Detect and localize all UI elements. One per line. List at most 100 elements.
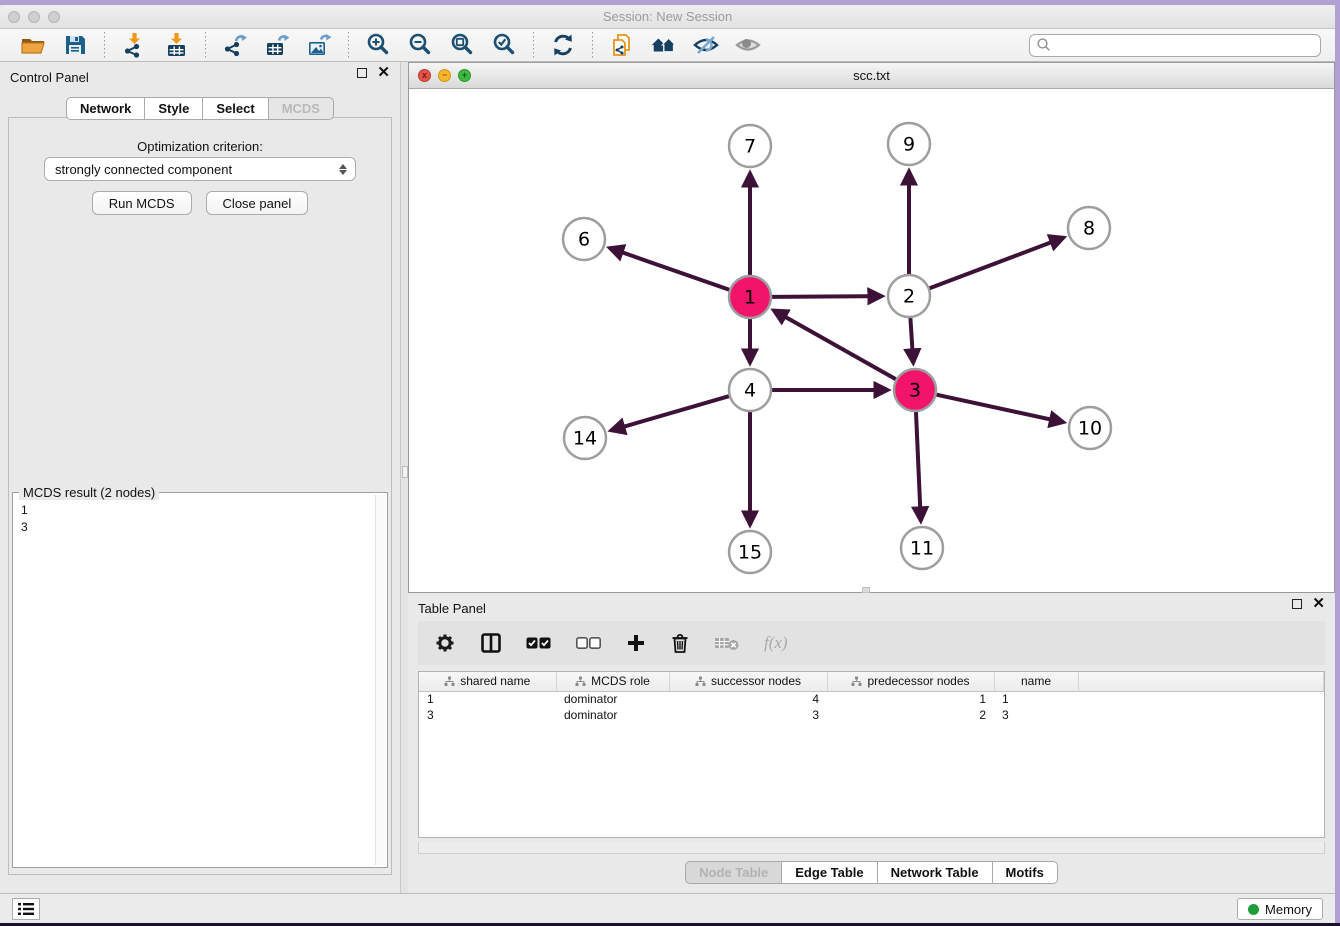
sort-icon xyxy=(695,676,706,687)
zoom-selected-icon[interactable] xyxy=(490,31,518,59)
list-icon xyxy=(17,902,35,916)
table-toolbar: f(x) xyxy=(418,621,1325,665)
graph-edge-1-2[interactable] xyxy=(772,296,882,297)
mcds-result-text[interactable]: 1 3 xyxy=(13,496,375,867)
cell-filler[interactable] xyxy=(1078,691,1324,707)
panel-splitter[interactable] xyxy=(400,62,408,893)
control-panel: Control Panel ✕ Network Style Select MCD… xyxy=(0,62,400,893)
import-network-icon[interactable] xyxy=(120,31,148,59)
tab-select[interactable]: Select xyxy=(203,97,268,120)
graph-node-label-10: 10 xyxy=(1078,418,1102,440)
close-panel-button[interactable]: Close panel xyxy=(206,191,309,215)
control-panel-header: Control Panel ✕ xyxy=(0,62,400,90)
cell-successor_nodes[interactable]: 3 xyxy=(669,707,827,723)
column-header-successor_nodes[interactable]: successor nodes xyxy=(669,672,827,691)
window-titlebar[interactable]: Session: New Session xyxy=(0,5,1335,29)
tab-network-table[interactable]: Network Table xyxy=(878,861,993,884)
magnifier-plus-icon xyxy=(365,32,391,58)
graph-node-label-8: 8 xyxy=(1083,218,1095,240)
tab-motifs[interactable]: Motifs xyxy=(993,861,1058,884)
refresh-view-icon[interactable] xyxy=(549,31,577,59)
cell-predecessor_nodes[interactable]: 2 xyxy=(827,707,994,723)
export-image-icon[interactable] xyxy=(305,31,333,59)
network-canvas[interactable]: 7968124314101511 xyxy=(409,89,1334,592)
cell-successor_nodes[interactable]: 4 xyxy=(669,691,827,707)
table-panel-title: Table Panel xyxy=(418,601,486,616)
task-history-button[interactable] xyxy=(12,898,40,920)
graph-node-label-7: 7 xyxy=(744,136,756,158)
zoom-in-icon[interactable] xyxy=(364,31,392,59)
memory-button[interactable]: Memory xyxy=(1237,898,1323,920)
tab-mcds[interactable]: MCDS xyxy=(269,97,334,120)
arrow-down-network-icon xyxy=(121,32,147,58)
float-table-panel-icon[interactable] xyxy=(1292,599,1302,609)
tab-node-table[interactable]: Node Table xyxy=(685,861,782,884)
cell-mcds_role[interactable]: dominator xyxy=(556,707,669,723)
graph-node-label-9: 9 xyxy=(903,134,915,156)
open-session-icon[interactable] xyxy=(19,31,47,59)
deselect-all-icon[interactable] xyxy=(576,636,602,650)
zoom-out-icon[interactable] xyxy=(406,31,434,59)
search-icon xyxy=(1036,37,1052,53)
cell-mcds_role[interactable]: dominator xyxy=(556,691,669,707)
copy-document-icon xyxy=(609,32,635,58)
table-hscroll-strip[interactable] xyxy=(418,842,1325,854)
table-header-row[interactable]: shared nameMCDS rolesuccessor nodesprede… xyxy=(419,672,1324,691)
close-panel-icon[interactable]: ✕ xyxy=(377,68,390,78)
network-arrow-up-icon xyxy=(222,32,248,58)
export-table-icon[interactable] xyxy=(263,31,291,59)
graph-edge-3-11[interactable] xyxy=(916,412,921,521)
home-view-icon[interactable] xyxy=(650,31,678,59)
column-header-mcds_role[interactable]: MCDS role xyxy=(556,672,669,691)
graph-edge-2-8[interactable] xyxy=(930,238,1064,289)
graph-edge-1-6[interactable] xyxy=(609,248,729,290)
column-view-icon[interactable] xyxy=(480,632,502,654)
save-session-icon[interactable] xyxy=(61,31,89,59)
memory-status-dot xyxy=(1248,904,1259,915)
column-header-name[interactable]: name xyxy=(994,672,1078,691)
zoom-fit-icon[interactable] xyxy=(448,31,476,59)
show-all-icon[interactable] xyxy=(734,31,762,59)
cell-filler[interactable] xyxy=(1078,707,1324,723)
table-settings-gear-icon[interactable] xyxy=(434,632,456,654)
tab-edge-table[interactable]: Edge Table xyxy=(782,861,877,884)
graph-edge-4-14[interactable] xyxy=(611,396,729,430)
cell-shared_name[interactable]: 1 xyxy=(419,691,556,707)
cell-name[interactable]: 3 xyxy=(994,707,1078,723)
run-mcds-button[interactable]: Run MCDS xyxy=(92,191,192,215)
delete-column-trash-icon[interactable] xyxy=(670,632,690,654)
network-window-titlebar[interactable]: x − + scc.txt xyxy=(409,63,1334,89)
graph-node-label-15: 15 xyxy=(738,542,762,564)
tab-style[interactable]: Style xyxy=(145,97,203,120)
graph-edge-3-10[interactable] xyxy=(936,395,1063,423)
export-network-icon[interactable] xyxy=(221,31,249,59)
hide-selected-icon[interactable] xyxy=(692,31,720,59)
tab-network[interactable]: Network xyxy=(66,97,145,120)
graph-node-label-11: 11 xyxy=(910,538,934,560)
cell-predecessor_nodes[interactable]: 1 xyxy=(827,691,994,707)
node-table[interactable]: shared nameMCDS rolesuccessor nodesprede… xyxy=(418,671,1325,838)
table-row[interactable]: 3dominator323 xyxy=(419,707,1324,723)
optimization-criterion-select[interactable]: strongly connected component xyxy=(44,157,356,181)
select-all-checked-icon[interactable] xyxy=(526,636,552,650)
column-header-predecessor_nodes[interactable]: predecessor nodes xyxy=(827,672,994,691)
add-column-icon[interactable] xyxy=(626,633,646,653)
sort-icon xyxy=(575,676,586,687)
float-panel-icon[interactable] xyxy=(357,68,367,78)
table-body[interactable]: 1dominator4113dominator323 xyxy=(419,691,1324,723)
toolbar-separator xyxy=(348,32,349,58)
search-input[interactable] xyxy=(1029,34,1321,57)
close-table-panel-icon[interactable]: ✕ xyxy=(1312,599,1325,609)
network-graph[interactable]: 7968124314101511 xyxy=(409,89,1334,592)
graph-node-label-14: 14 xyxy=(573,428,597,450)
import-table-icon[interactable] xyxy=(162,31,190,59)
graph-node-label-4: 4 xyxy=(744,380,756,402)
column-header-shared_name[interactable]: shared name xyxy=(419,672,556,691)
table-row[interactable]: 1dominator411 xyxy=(419,691,1324,707)
graph-edge-3-1[interactable] xyxy=(774,310,896,379)
graph-edge-2-3[interactable] xyxy=(910,318,913,363)
cell-name[interactable]: 1 xyxy=(994,691,1078,707)
result-scrollbar[interactable] xyxy=(375,495,386,865)
clone-network-icon[interactable] xyxy=(608,31,636,59)
cell-shared_name[interactable]: 3 xyxy=(419,707,556,723)
